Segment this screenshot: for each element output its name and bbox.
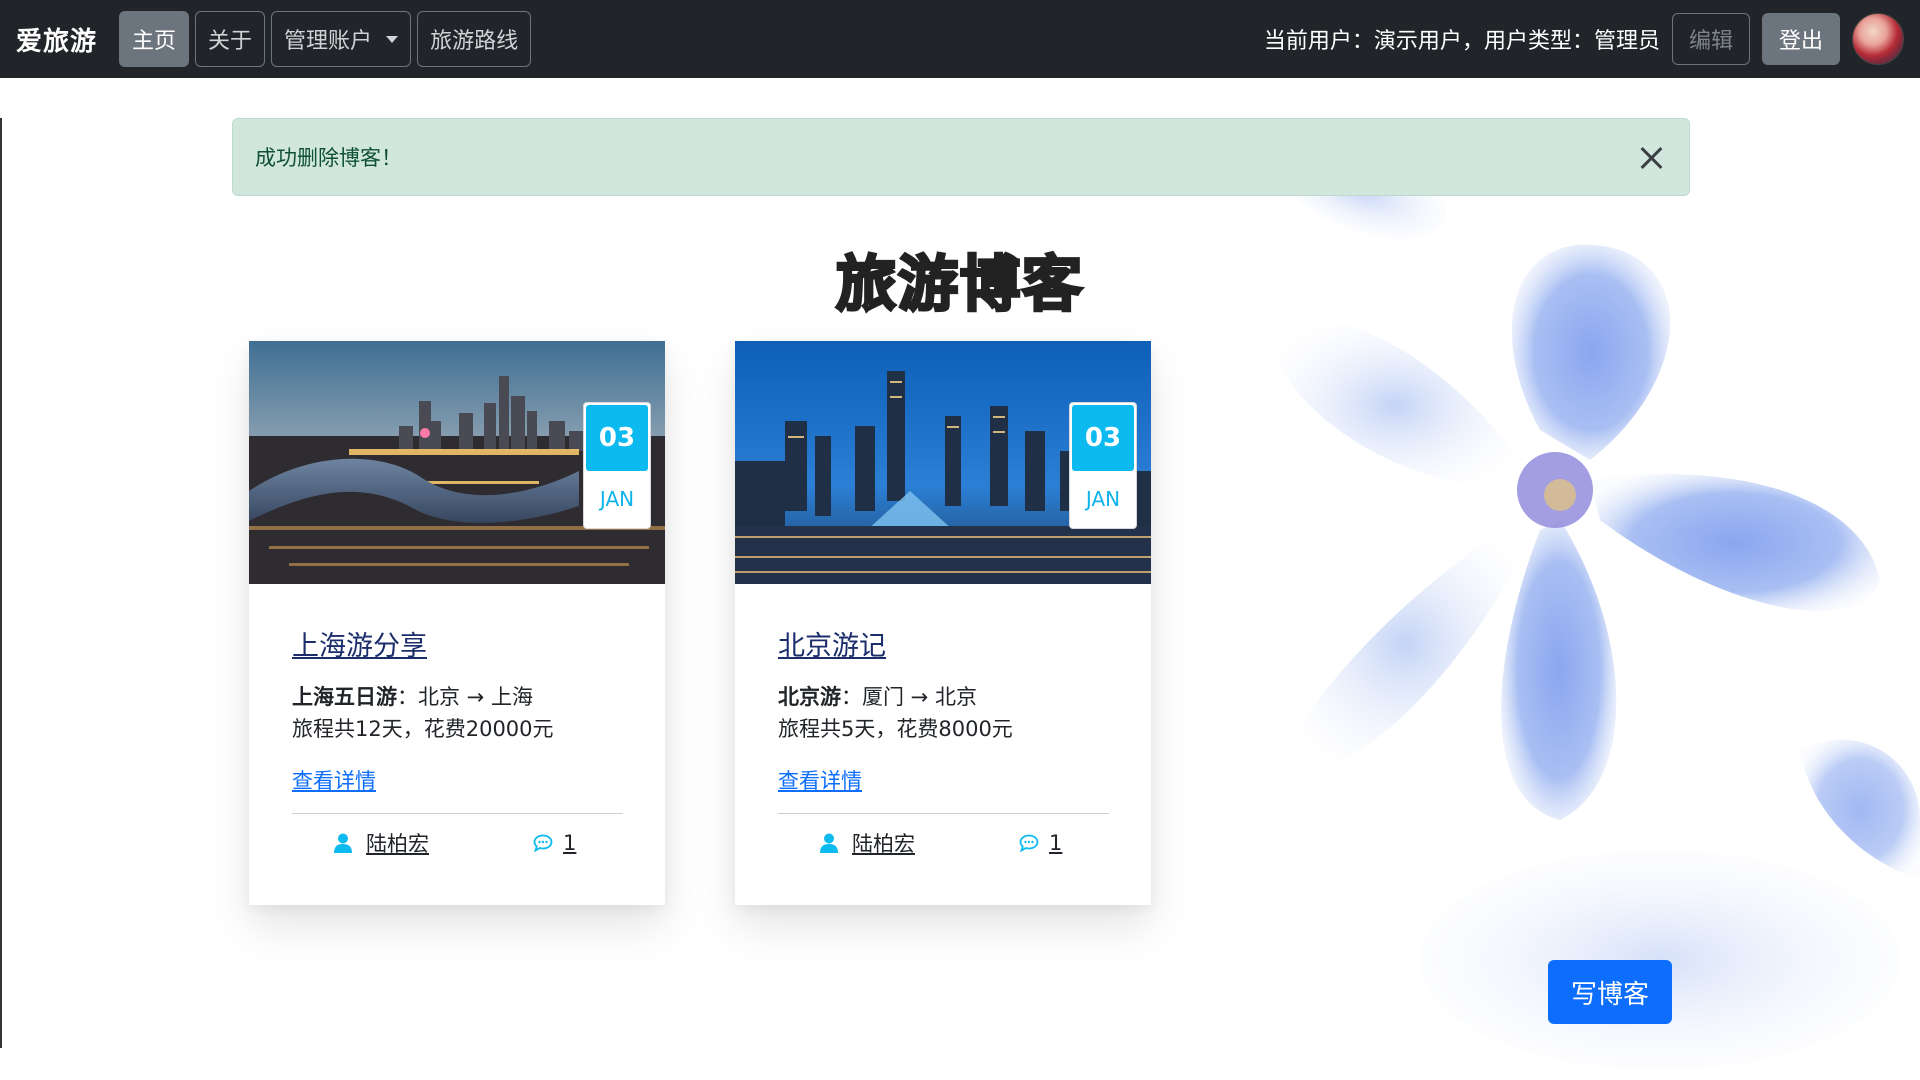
route-name: 北京游 bbox=[778, 685, 841, 709]
success-alert: 成功删除博客！ bbox=[232, 118, 1690, 196]
route-separator: ： bbox=[397, 685, 418, 709]
comments-meta: 1 bbox=[533, 831, 576, 855]
comment-count-link[interactable]: 1 bbox=[563, 831, 576, 855]
card-footer: 陆柏宏 1 bbox=[778, 828, 1109, 858]
user-prefix: 当前用户： bbox=[1263, 29, 1374, 54]
route-separator: ： bbox=[841, 685, 862, 709]
nav-manage-account-dropdown[interactable]: 管理账户 bbox=[271, 11, 412, 67]
route-text: 厦门 → 北京 bbox=[862, 685, 977, 709]
caret-down-icon bbox=[386, 35, 399, 43]
card-image-shanghai[interactable]: 03 JAN bbox=[249, 341, 665, 584]
current-user-info: 当前用户：演示用户，用户类型：管理员 bbox=[1264, 23, 1660, 55]
author-meta: 陆柏宏 bbox=[820, 828, 915, 858]
route-text: 北京 → 上海 bbox=[418, 685, 533, 709]
author-link[interactable]: 陆柏宏 bbox=[852, 828, 915, 858]
card-route-line: 北京游：厦门 → 北京 bbox=[778, 681, 1109, 713]
avatar[interactable] bbox=[1852, 13, 1904, 65]
user-name: 演示用户 bbox=[1373, 29, 1462, 54]
card-divider bbox=[292, 813, 623, 814]
user-icon bbox=[334, 833, 352, 853]
user-type-prefix: ，用户类型： bbox=[1461, 29, 1594, 54]
top-navbar: 爱旅游 主页 关于 管理账户 旅游路线 当前用户：演示用户，用户类型：管理员 编… bbox=[0, 0, 1920, 78]
card-summary: 旅程共5天，花费8000元 bbox=[778, 717, 1013, 741]
comment-icon bbox=[1019, 834, 1039, 852]
comment-icon bbox=[533, 834, 553, 852]
date-month: JAN bbox=[599, 487, 635, 511]
card-divider bbox=[778, 813, 1109, 814]
card-body: 上海游分享 上海五日游：北京 → 上海 旅程共12天，花费20000元 查看详情… bbox=[249, 584, 665, 858]
edit-button[interactable]: 编辑 bbox=[1671, 13, 1750, 65]
blog-card: 03 JAN 北京游记 北京游：厦门 → 北京 旅程共5天，花费8000元 查看… bbox=[735, 341, 1151, 905]
navbar-user-area: 当前用户：演示用户，用户类型：管理员 编辑 登出 bbox=[1264, 13, 1904, 65]
nav-home[interactable]: 主页 bbox=[119, 11, 190, 67]
card-summary: 旅程共12天，花费20000元 bbox=[292, 717, 554, 741]
card-footer: 陆柏宏 1 bbox=[292, 828, 623, 858]
view-details-link[interactable]: 查看详情 bbox=[292, 765, 376, 795]
close-icon[interactable] bbox=[1635, 141, 1667, 173]
write-blog-label: 写博客 bbox=[1570, 979, 1649, 1010]
author-link[interactable]: 陆柏宏 bbox=[366, 828, 429, 858]
date-day: 03 bbox=[586, 405, 648, 471]
logout-button[interactable]: 登出 bbox=[1761, 13, 1840, 65]
date-badge: 03 JAN bbox=[583, 402, 651, 529]
write-blog-button[interactable]: 写博客 bbox=[1548, 960, 1672, 1024]
edit-button-label: 编辑 bbox=[1688, 29, 1733, 54]
route-name: 上海五日游 bbox=[292, 685, 397, 709]
user-type: 管理员 bbox=[1593, 29, 1660, 54]
date-month: JAN bbox=[1085, 487, 1121, 511]
nav-travel-routes[interactable]: 旅游路线 bbox=[417, 11, 532, 67]
card-title-link[interactable]: 上海游分享 bbox=[292, 624, 427, 663]
date-day: 03 bbox=[1072, 405, 1134, 471]
view-details-link[interactable]: 查看详情 bbox=[778, 765, 862, 795]
card-body: 北京游记 北京游：厦门 → 北京 旅程共5天，花费8000元 查看详情 陆柏宏 … bbox=[735, 584, 1151, 858]
nav-about[interactable]: 关于 bbox=[195, 11, 266, 67]
comments-meta: 1 bbox=[1019, 831, 1062, 855]
blog-card: 03 JAN 上海游分享 上海五日游：北京 → 上海 旅程共12天，花费2000… bbox=[249, 341, 665, 905]
logout-button-label: 登出 bbox=[1778, 29, 1823, 54]
nav-home-label: 主页 bbox=[132, 29, 177, 54]
author-meta: 陆柏宏 bbox=[334, 828, 429, 858]
user-icon bbox=[820, 833, 838, 853]
comment-count-link[interactable]: 1 bbox=[1049, 831, 1062, 855]
page-title: 旅游博客 bbox=[835, 249, 1084, 322]
brand-logo[interactable]: 爱旅游 bbox=[16, 21, 97, 58]
nav-about-label: 关于 bbox=[208, 29, 253, 54]
nav-travel-routes-label: 旅游路线 bbox=[430, 29, 519, 54]
card-title-link[interactable]: 北京游记 bbox=[778, 624, 886, 663]
nav-manage-account-label: 管理账户 bbox=[284, 29, 373, 54]
card-route-line: 上海五日游：北京 → 上海 bbox=[292, 681, 623, 713]
alert-message: 成功删除博客！ bbox=[255, 146, 402, 170]
date-badge: 03 JAN bbox=[1069, 402, 1137, 529]
card-image-beijing[interactable]: 03 JAN bbox=[735, 341, 1151, 584]
